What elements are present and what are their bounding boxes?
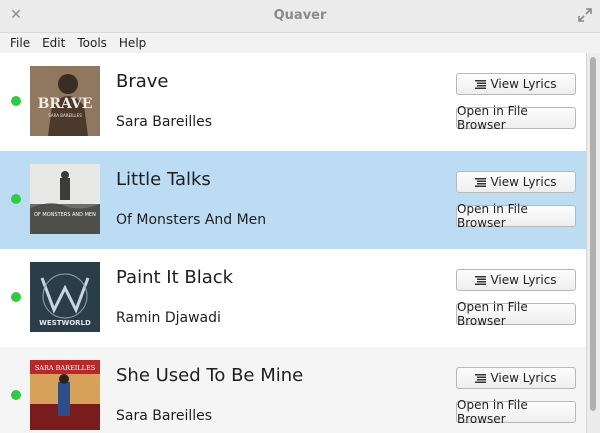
view-lyrics-button[interactable]: View Lyrics bbox=[456, 269, 576, 291]
menu-help[interactable]: Help bbox=[113, 33, 152, 53]
cover-text: WESTWORLD bbox=[39, 319, 91, 327]
status-indicator bbox=[11, 292, 21, 302]
menu-edit[interactable]: Edit bbox=[36, 33, 71, 53]
view-lyrics-button[interactable]: View Lyrics bbox=[456, 73, 576, 95]
open-file-browser-button[interactable]: Open in File Browser bbox=[456, 300, 576, 328]
open-file-browser-label: Open in File Browser bbox=[457, 398, 528, 426]
open-file-browser-label: Open in File Browser bbox=[457, 202, 528, 230]
cover-text: BRAVE bbox=[38, 96, 93, 112]
maximize-icon[interactable] bbox=[578, 8, 592, 22]
vertical-scrollbar[interactable] bbox=[586, 53, 600, 433]
title-bar: ✕ Quaver bbox=[0, 0, 600, 33]
album-cover: WESTWORLD bbox=[30, 262, 100, 332]
menu-tools[interactable]: Tools bbox=[71, 33, 113, 53]
song-row[interactable]: SARA BAREILLES She Used To Be Mine Sara … bbox=[0, 347, 586, 433]
status-indicator bbox=[11, 96, 21, 106]
open-file-browser-label: Open in File Browser bbox=[457, 300, 528, 328]
lyrics-icon bbox=[475, 275, 487, 285]
album-cover: BRAVE SARA BAREILLES bbox=[30, 66, 100, 136]
song-artist: Sara Bareilles bbox=[116, 408, 213, 424]
view-lyrics-button[interactable]: View Lyrics bbox=[456, 367, 576, 389]
open-file-browser-label: Open in File Browser bbox=[457, 104, 528, 132]
cover-text: SARA BAREILLES bbox=[35, 364, 95, 372]
album-cover: SARA BAREILLES bbox=[30, 360, 100, 430]
song-row[interactable]: OF MONSTERS AND MEN Little Talks Of Mons… bbox=[0, 151, 586, 249]
view-lyrics-label: View Lyrics bbox=[490, 77, 557, 91]
menu-file[interactable]: File bbox=[4, 33, 36, 53]
song-title: Little Talks bbox=[116, 169, 211, 190]
lyrics-icon bbox=[475, 79, 487, 89]
song-row[interactable]: WESTWORLD Paint It Black Ramin Djawadi V… bbox=[0, 249, 586, 347]
app-window: ✕ Quaver File Edit Tools Help BRAVE SARA… bbox=[0, 0, 600, 433]
song-artist: Ramin Djawadi bbox=[116, 310, 221, 326]
cover-text: OF MONSTERS AND MEN bbox=[34, 212, 96, 218]
open-file-browser-button[interactable]: Open in File Browser bbox=[456, 398, 576, 426]
song-row[interactable]: BRAVE SARA BAREILLES Brave Sara Bareille… bbox=[0, 53, 586, 151]
song-list: BRAVE SARA BAREILLES Brave Sara Bareille… bbox=[0, 53, 586, 433]
song-title: She Used To Be Mine bbox=[116, 365, 304, 386]
song-artist: Sara Bareilles bbox=[116, 114, 213, 130]
view-lyrics-label: View Lyrics bbox=[490, 273, 557, 287]
view-lyrics-button[interactable]: View Lyrics bbox=[456, 171, 576, 193]
song-title: Brave bbox=[116, 71, 169, 92]
window-title: Quaver bbox=[273, 8, 327, 23]
status-indicator bbox=[11, 390, 21, 400]
cover-subtext: SARA BAREILLES bbox=[48, 113, 82, 118]
lyrics-icon bbox=[475, 373, 487, 383]
status-indicator bbox=[11, 194, 21, 204]
menu-bar: File Edit Tools Help bbox=[0, 33, 600, 54]
view-lyrics-label: View Lyrics bbox=[490, 175, 557, 189]
album-cover: OF MONSTERS AND MEN bbox=[30, 164, 100, 234]
song-title: Paint It Black bbox=[116, 267, 234, 288]
lyrics-icon bbox=[475, 177, 487, 187]
song-artist: Of Monsters And Men bbox=[116, 212, 267, 228]
open-file-browser-button[interactable]: Open in File Browser bbox=[456, 202, 576, 230]
view-lyrics-label: View Lyrics bbox=[490, 371, 557, 385]
scrollbar-thumb[interactable] bbox=[590, 57, 596, 411]
open-file-browser-button[interactable]: Open in File Browser bbox=[456, 104, 576, 132]
